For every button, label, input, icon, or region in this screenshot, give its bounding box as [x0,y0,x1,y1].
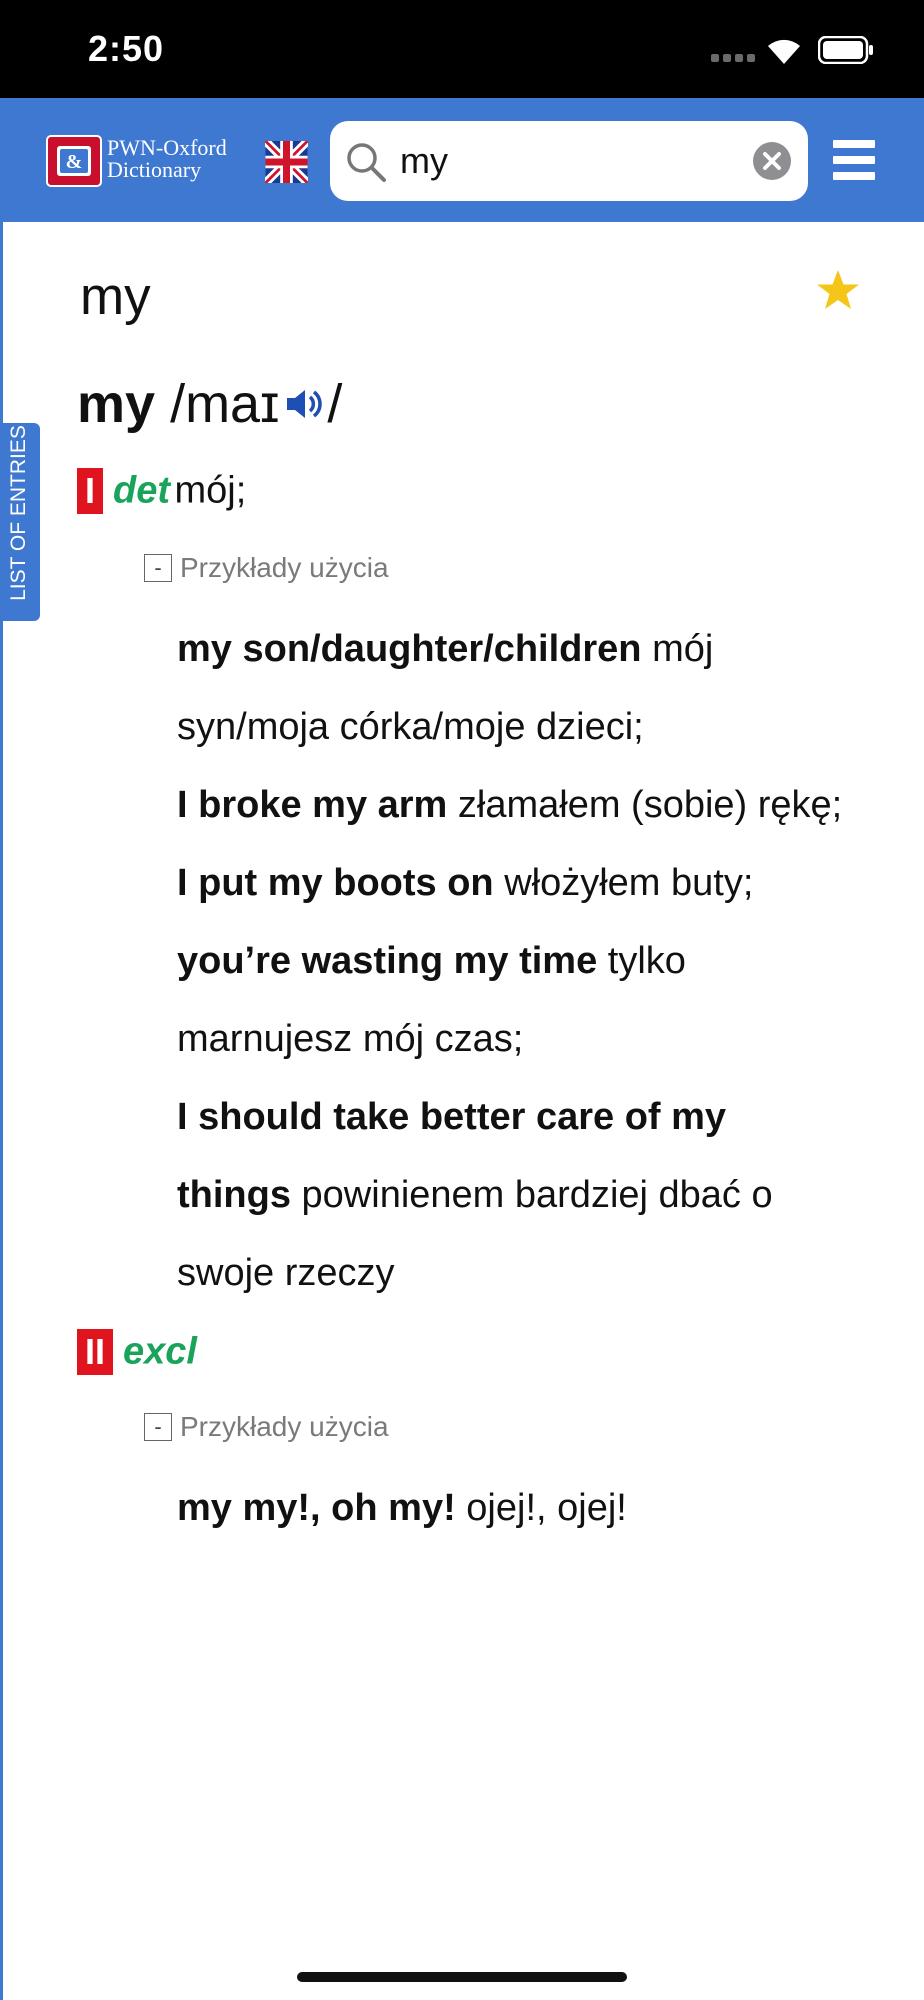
example-line: I should take better care of my [177,1096,727,1138]
battery-icon [818,36,873,64]
example-line: I put my boots on włożyłem buty; [177,862,754,904]
uk-flag-icon[interactable] [265,141,308,183]
sense-number-badge: II [77,1329,114,1375]
example-line: syn/moja córka/moje dzieci; [177,706,644,748]
home-indicator[interactable] [297,1972,627,1982]
svg-text:&: & [66,151,83,173]
sense-2: II excl [77,1329,197,1375]
clear-search-button[interactable] [753,142,791,180]
entry-title: my [80,267,151,326]
example-line: I broke my arm złamałem (sobie) rękę; [177,784,843,826]
example-line: my my!, oh my! ojej!, ojej! [177,1487,627,1529]
speaker-icon[interactable] [283,384,325,424]
search-icon [347,143,386,182]
menu-icon[interactable] [833,140,875,180]
examples-label: Przykłady użycia [180,552,389,583]
headword-line: my /maɪ / [77,373,342,435]
status-bar: 2:50 [0,0,924,98]
examples-toggle[interactable]: - Przykłady użycia [144,1411,389,1447]
example-line: marnujesz mój czas; [177,1018,524,1060]
example-line: my son/daughter/children mój [177,628,714,670]
sense-number-badge: I [77,468,104,514]
example-line: swoje rzeczy [177,1252,395,1294]
pronunciation-start: /maɪ [170,374,280,434]
collapse-icon[interactable]: - [144,554,172,582]
part-of-speech: det [113,469,171,512]
app-name-line2: Dictionary [107,157,202,182]
app-logo-text: PWN-Oxford Dictionary [107,137,227,181]
clear-icon [763,152,781,170]
pronunciation-end: / [327,374,343,434]
example-line: you’re wasting my time tylko [177,940,686,982]
headword: my [77,374,156,434]
star-icon[interactable] [815,268,861,312]
sense-1: Idet mój; [77,468,246,514]
example-line: things powinienem bardziej dbać o [177,1174,773,1216]
examples-label: Przykłady użycia [180,1411,389,1442]
signal-icon [711,54,755,64]
list-of-entries-label: LIST OF ENTRIES [7,425,30,601]
app-logo-icon[interactable]: & [45,134,103,188]
examples-toggle[interactable]: - Przykłady użycia [144,552,389,588]
app-name-line1: PWN-Oxford [107,135,227,160]
sense-translation: mój; [174,469,247,512]
collapse-icon[interactable]: - [144,1413,172,1441]
wifi-icon [768,39,800,64]
search-input[interactable] [400,130,740,192]
status-time: 2:50 [88,28,165,69]
part-of-speech: excl [123,1330,197,1373]
